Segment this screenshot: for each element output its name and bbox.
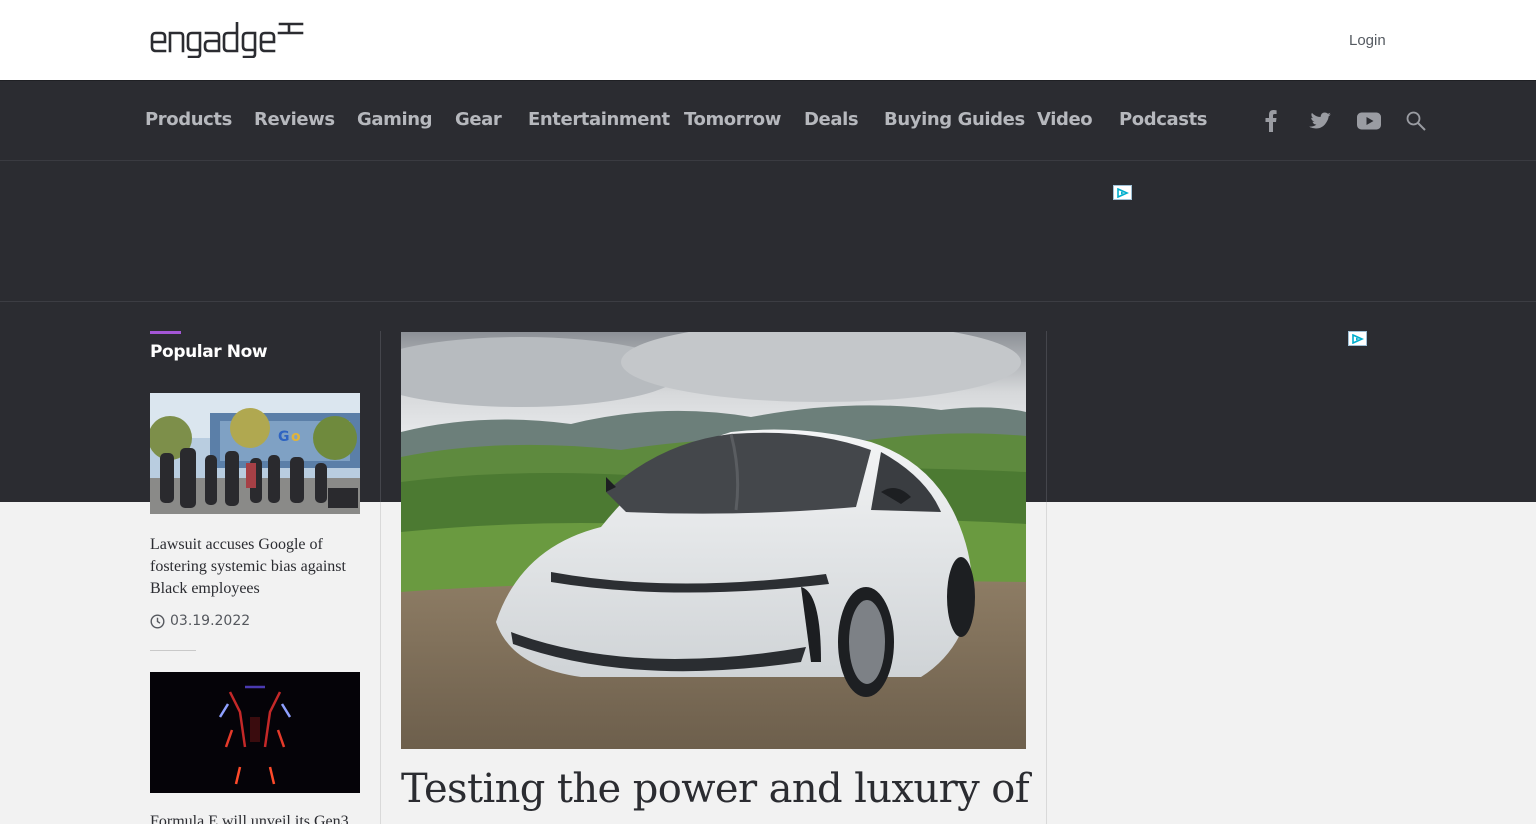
nav-gear[interactable]: Gear bbox=[455, 109, 502, 130]
column-divider bbox=[1046, 331, 1047, 502]
ad-banner-area bbox=[0, 161, 1536, 302]
nav-gaming[interactable]: Gaming bbox=[357, 109, 433, 130]
nav-deals[interactable]: Deals bbox=[804, 109, 859, 130]
svg-text:G: G bbox=[278, 429, 290, 445]
story-separator bbox=[150, 650, 196, 651]
main-nav: Products Reviews Gaming Gear Entertainme… bbox=[0, 80, 1536, 161]
article-headline[interactable]: Testing the power and luxury of bbox=[401, 766, 1030, 812]
nav-video[interactable]: Video bbox=[1037, 109, 1093, 130]
story-title[interactable]: Lawsuit accuses Google of fostering syst… bbox=[150, 534, 365, 600]
story-thumbnail[interactable] bbox=[150, 672, 360, 793]
facebook-icon[interactable] bbox=[1258, 108, 1284, 134]
top-header: engadget Login bbox=[0, 0, 1536, 80]
search-icon[interactable] bbox=[1403, 108, 1429, 134]
nav-products[interactable]: Products bbox=[145, 109, 232, 130]
svg-text:o: o bbox=[291, 429, 301, 445]
nav-podcasts[interactable]: Podcasts bbox=[1119, 109, 1207, 130]
youtube-icon[interactable] bbox=[1356, 108, 1382, 134]
column-divider bbox=[1046, 502, 1047, 824]
twitter-icon[interactable] bbox=[1307, 108, 1333, 134]
section-accent-line bbox=[150, 331, 181, 334]
nav-buying-guides[interactable]: Buying Guides bbox=[884, 109, 1025, 130]
story-date: 03.19.2022 bbox=[150, 613, 250, 629]
story-thumbnail[interactable]: G o bbox=[150, 393, 360, 514]
engadget-logo[interactable]: engadget bbox=[150, 22, 304, 58]
popular-now-heading: Popular Now bbox=[150, 342, 268, 362]
story-title[interactable]: Formula E will unveil its Gen3 bbox=[150, 811, 365, 824]
story-date-text: 03.19.2022 bbox=[170, 613, 251, 629]
hero-image[interactable] bbox=[401, 332, 1026, 749]
nav-tomorrow[interactable]: Tomorrow bbox=[684, 109, 781, 130]
login-link[interactable]: Login bbox=[1349, 32, 1386, 49]
adchoices-icon[interactable] bbox=[1113, 185, 1132, 200]
adchoices-icon[interactable] bbox=[1348, 331, 1367, 346]
column-divider bbox=[380, 502, 381, 824]
clock-icon bbox=[150, 613, 165, 629]
nav-reviews[interactable]: Reviews bbox=[254, 109, 335, 130]
nav-entertainment[interactable]: Entertainment bbox=[528, 109, 670, 130]
